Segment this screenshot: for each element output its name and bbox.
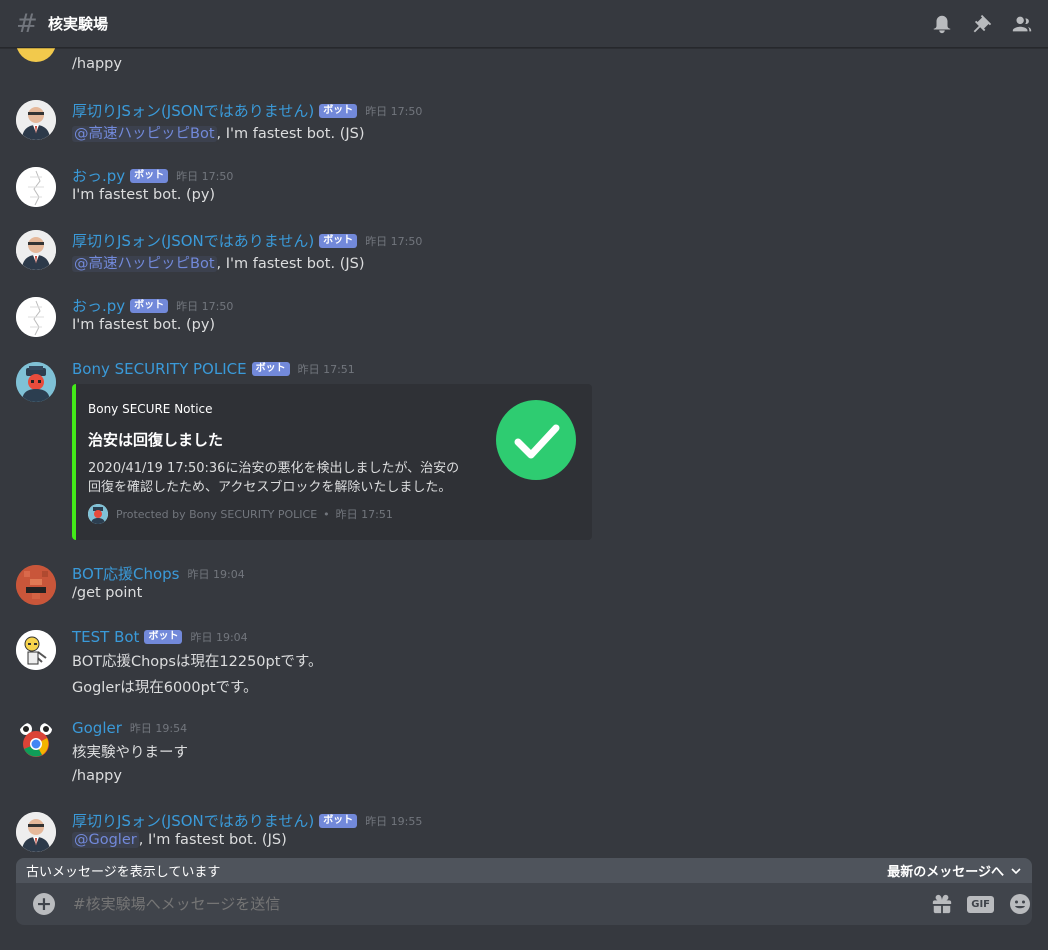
message-header: 厚切りJSォン(JSONではありません) ボット 昨日 17:50 xyxy=(72,100,422,121)
message-text: I'm fastest bot. (py) xyxy=(72,187,216,203)
timestamp: 昨日 19:04 xyxy=(190,631,248,644)
gift-icon[interactable] xyxy=(931,893,953,915)
emoji-icon[interactable] xyxy=(1008,892,1032,916)
timestamp: 昨日 17:50 xyxy=(176,169,234,183)
avatar[interactable] xyxy=(16,630,56,670)
footer-avatar-icon xyxy=(88,504,108,524)
username[interactable]: おっ.py xyxy=(72,165,125,186)
embed-footer: Protected by Bony SECURITY POLICE • 昨日 1… xyxy=(88,504,393,524)
timestamp: 昨日 19:55 xyxy=(365,814,423,828)
username[interactable]: おっ.py xyxy=(72,295,125,316)
message-header: TEST Bot ボット 昨日 19:04 xyxy=(72,628,248,646)
message-text: @Gogler, I'm fastest bot. (JS) xyxy=(72,832,287,848)
header-toolbar xyxy=(930,12,1034,36)
username[interactable]: 厚切りJSォン(JSONではありません) xyxy=(72,100,314,121)
message-text: 核実験やりまーす xyxy=(72,745,188,761)
bell-icon[interactable] xyxy=(930,12,954,36)
username[interactable]: BOT応援Chops xyxy=(72,563,180,584)
embed-title: 治安は回復しました xyxy=(88,431,224,449)
hash-icon: # xyxy=(16,8,38,39)
message-input[interactable] xyxy=(73,895,893,913)
pin-icon[interactable] xyxy=(970,12,994,36)
message-text: /get point xyxy=(72,585,143,601)
bot-tag: ボット xyxy=(319,813,358,828)
avatar[interactable] xyxy=(16,48,56,62)
timestamp: 昨日 19:54 xyxy=(129,722,188,735)
timestamp: 昨日 17:51 xyxy=(297,363,355,376)
bot-tag: ボット xyxy=(319,103,358,118)
message-header: 厚切りJSォン(JSONではありません) ボット 昨日 17:50 xyxy=(72,230,422,251)
mention[interactable]: @高速ハッピッピBot xyxy=(72,256,217,272)
username[interactable]: 厚切りJSォン(JSONではありません) xyxy=(72,230,314,251)
message-header: BOT応援Chops 昨日 19:04 xyxy=(72,563,245,584)
message-list[interactable]: /happy 厚切りJSォン(JSONではありません) ボット 昨日 17:50… xyxy=(0,48,1048,858)
bot-tag: ボット xyxy=(144,630,183,644)
timestamp: 昨日 17:50 xyxy=(176,299,234,313)
message-header: Gogler 昨日 19:54 xyxy=(72,719,187,737)
username[interactable]: 厚切りJSォン(JSONではありません) xyxy=(72,810,314,831)
message-header: Bony SECURITY POLICE ボット 昨日 17:51 xyxy=(72,360,355,378)
bot-tag: ボット xyxy=(319,233,358,248)
members-icon[interactable] xyxy=(1010,12,1034,36)
username[interactable]: Gogler xyxy=(72,719,122,737)
avatar[interactable] xyxy=(16,812,56,852)
timestamp: 昨日 17:50 xyxy=(365,234,423,248)
avatar[interactable] xyxy=(16,297,56,337)
avatar[interactable] xyxy=(16,565,56,605)
embed-author: Bony SECURE Notice xyxy=(88,402,213,416)
message-text: BOT応援Chopsは現在12250ptです。 xyxy=(72,654,323,670)
avatar[interactable] xyxy=(16,100,56,140)
avatar[interactable] xyxy=(16,230,56,270)
old-messages-bar: 古いメッセージを表示しています 最新のメッセージへ xyxy=(16,858,1032,883)
timestamp: 昨日 17:50 xyxy=(365,104,423,118)
avatar[interactable] xyxy=(16,362,56,402)
channel-header: # 核実験場 xyxy=(0,0,1048,48)
embed: Bony SECURE Notice 治安は回復しました 2020/41/19 … xyxy=(72,384,592,540)
message-header: おっ.py ボット 昨日 17:50 xyxy=(72,295,233,316)
message-composer: + GIF xyxy=(16,883,1032,925)
chevron-down-icon xyxy=(1011,867,1021,874)
jump-to-present-button[interactable]: 最新のメッセージへ xyxy=(887,861,1022,880)
mention[interactable]: @Gogler xyxy=(72,832,139,848)
gif-icon[interactable]: GIF xyxy=(967,895,994,913)
bot-tag: ボット xyxy=(130,168,169,183)
old-messages-text: 古いメッセージを表示しています xyxy=(26,865,221,880)
message-text: I'm fastest bot. (py) xyxy=(72,317,216,333)
channel-name: 核実験場 xyxy=(48,15,109,33)
message-text: @高速ハッピッピBot, I'm fastest bot. (JS) xyxy=(72,126,365,142)
message-text: /happy xyxy=(72,768,122,784)
embed-footer-text: Protected by Bony SECURITY POLICE xyxy=(116,507,318,521)
check-icon xyxy=(496,400,576,480)
username[interactable]: Bony SECURITY POLICE xyxy=(72,360,247,378)
message-header: おっ.py ボット 昨日 17:50 xyxy=(72,165,233,186)
message-text: /happy xyxy=(72,56,122,72)
bot-tag: ボット xyxy=(130,298,169,313)
embed-description: 2020/41/19 17:50:36に治安の悪化を検出しましたが、治安の 回復… xyxy=(88,461,460,495)
username[interactable]: TEST Bot xyxy=(72,628,139,646)
add-icon[interactable]: + xyxy=(33,893,55,915)
avatar[interactable] xyxy=(16,167,56,207)
bot-tag: ボット xyxy=(251,362,290,376)
message-header: 厚切りJSォン(JSONではありません) ボット 昨日 19:55 xyxy=(72,810,422,831)
message-text: @高速ハッピッピBot, I'm fastest bot. (JS) xyxy=(72,256,365,272)
composer-buttons: GIF xyxy=(931,892,1032,916)
message-text: Goglerは現在6000ptです。 xyxy=(72,680,258,696)
embed-footer-time: 昨日 17:51 xyxy=(335,508,393,521)
mention[interactable]: @高速ハッピッピBot xyxy=(72,126,217,142)
timestamp: 昨日 19:04 xyxy=(187,567,245,581)
avatar[interactable] xyxy=(16,721,56,761)
footer-separator: • xyxy=(323,507,330,521)
